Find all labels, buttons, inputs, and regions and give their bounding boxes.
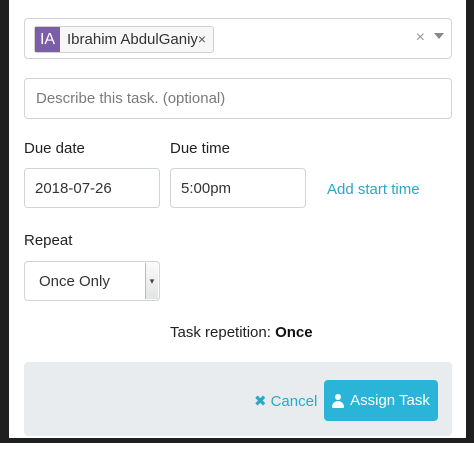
window-frame-right	[466, 0, 474, 442]
chevron-down-icon[interactable]	[434, 33, 444, 39]
window-frame-left	[0, 0, 9, 442]
task-repetition-label: Task repetition:	[170, 324, 271, 341]
user-icon	[332, 393, 345, 408]
task-repetition-summary: Task repetition: Once	[170, 324, 313, 341]
add-start-time-link[interactable]: Add start time	[327, 181, 420, 198]
dialog-footer: ✖ Cancel Assign Task	[24, 362, 452, 436]
repeat-label: Repeat	[24, 232, 73, 249]
assignee-name: Ibrahim AbdulGaniy	[67, 31, 198, 48]
due-date-field[interactable]	[24, 168, 160, 208]
cancel-label: Cancel	[270, 392, 318, 410]
avatar: IA	[35, 27, 60, 52]
assign-task-label: Assign Task	[350, 392, 430, 409]
due-date-label: Due date	[24, 140, 85, 157]
assignee-select[interactable]: IA Ibrahim AbdulGaniy × ×	[24, 18, 452, 59]
window-frame-bottom	[0, 438, 474, 443]
repeat-selected-value: Once Only	[39, 273, 110, 290]
task-description-input[interactable]	[24, 78, 452, 119]
due-time-field[interactable]	[170, 168, 306, 208]
assignee-chip: IA Ibrahim AbdulGaniy ×	[34, 26, 214, 53]
close-icon: ✖	[254, 393, 267, 410]
due-time-label: Due time	[170, 140, 231, 157]
task-repetition-value: Once	[275, 324, 313, 341]
clear-selection-icon[interactable]: ×	[416, 29, 425, 47]
cancel-button[interactable]: ✖ Cancel	[254, 392, 318, 411]
assign-task-button[interactable]: Assign Task	[324, 380, 438, 421]
remove-assignee-icon[interactable]: ×	[198, 31, 206, 47]
dropdown-arrow-icon[interactable]: ▾	[145, 263, 158, 299]
repeat-select[interactable]: Once Only ▾	[24, 261, 160, 301]
